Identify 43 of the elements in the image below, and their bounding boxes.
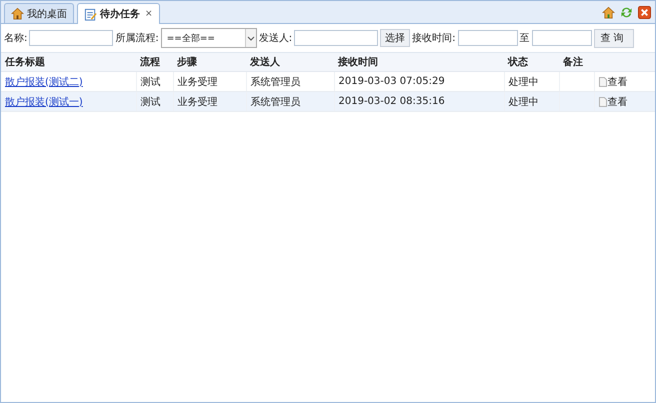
table-cell: 系统管理员 xyxy=(250,76,300,88)
end-time-field[interactable] xyxy=(532,30,592,46)
name-label: 名称: xyxy=(4,32,28,45)
column-header: 备注 xyxy=(563,57,583,68)
view-link[interactable]: 查看 xyxy=(608,76,628,88)
table-cell: 系统管理员 xyxy=(250,96,300,108)
sender-field[interactable] xyxy=(294,30,378,46)
query-button[interactable]: 查询 xyxy=(594,28,634,48)
table-cell: 测试 xyxy=(140,96,160,108)
table-cell: 处理中 xyxy=(508,96,538,108)
close-icon[interactable] xyxy=(638,6,651,19)
table-cell: 2019-03-03 07:05:29 xyxy=(338,76,445,87)
view-link[interactable]: 查看 xyxy=(608,96,628,108)
column-header: 步骤 xyxy=(177,57,197,68)
process-dropdown[interactable]: ==全部== xyxy=(160,28,257,48)
table-cell: 测试 xyxy=(140,76,160,88)
column-header: 发送人 xyxy=(250,57,280,68)
table-cell: 处理中 xyxy=(508,76,538,88)
start-time-field[interactable] xyxy=(458,30,518,46)
column-header: 接收时间 xyxy=(338,57,378,68)
close-tab-button[interactable]: × xyxy=(145,9,153,19)
column-header: 状态 xyxy=(508,57,528,68)
tab-label: 我的桌面 xyxy=(27,8,67,20)
tab[interactable]: 我的桌面 xyxy=(4,3,74,23)
notepad-icon xyxy=(84,8,97,20)
sender-label: 发送人: xyxy=(258,32,292,45)
table-cell: 业务受理 xyxy=(178,76,218,88)
caret-icon xyxy=(244,29,256,47)
column-header: 流程 xyxy=(140,57,160,68)
house-icon xyxy=(11,7,24,20)
tab-label: 待办任务 xyxy=(100,8,140,21)
name-field[interactable] xyxy=(29,30,114,46)
choose-button[interactable]: 选择 xyxy=(380,29,410,47)
tab[interactable]: 待办任务 × xyxy=(77,3,160,24)
refresh-icon[interactable] xyxy=(620,6,633,19)
column-header: 任务标题 xyxy=(5,57,45,68)
table-cell: 2019-03-02 08:35:16 xyxy=(338,96,445,107)
receive-time-label: 接收时间: xyxy=(412,32,456,45)
table-cell: 业务受理 xyxy=(178,96,218,108)
process-label: 所属流程: xyxy=(115,32,159,45)
task-title-link[interactable]: 散户报装(测试二) xyxy=(5,76,83,88)
to-label: 至 xyxy=(520,32,530,45)
home-icon[interactable] xyxy=(602,6,615,19)
